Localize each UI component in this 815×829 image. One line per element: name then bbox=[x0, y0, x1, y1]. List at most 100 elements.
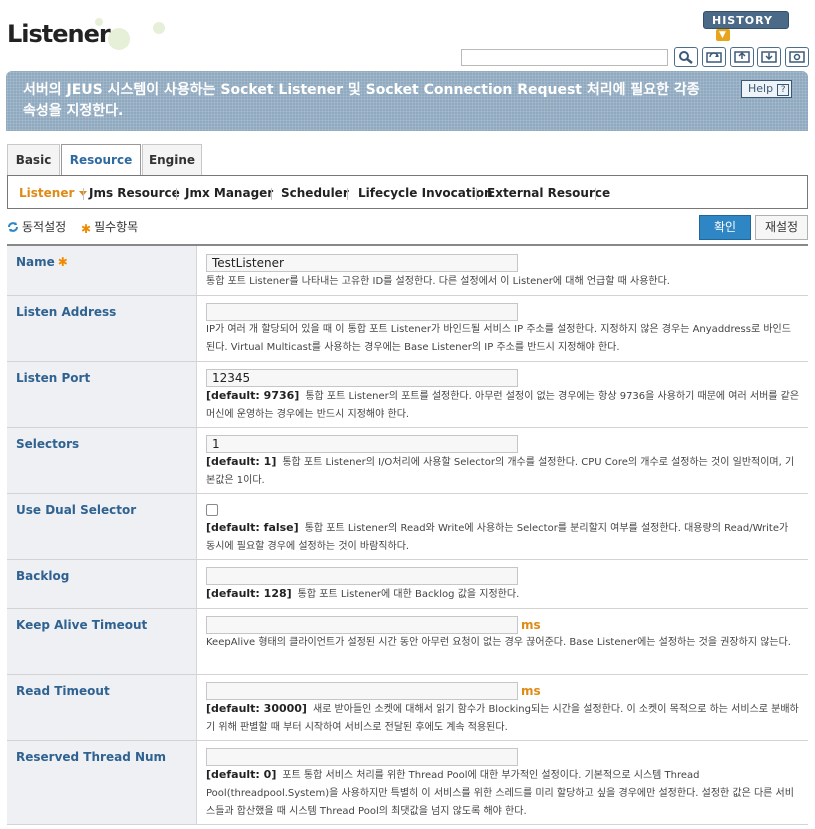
field-label-text: Reserved Thread Num bbox=[16, 750, 167, 764]
subnav-external-resource[interactable]: External Resource bbox=[487, 186, 610, 200]
field-label: Keep Alive Timeout bbox=[7, 609, 197, 674]
field-row-read-timeout: Read Timeout ms [default: 30000] 새로 받아들인 … bbox=[7, 675, 808, 741]
field-default: [default: 1] bbox=[206, 455, 277, 468]
page-title: Listener bbox=[7, 20, 111, 48]
field-label-text: Backlog bbox=[16, 569, 70, 583]
field-label: Selectors bbox=[7, 428, 197, 493]
field-label-text: Selectors bbox=[16, 437, 80, 451]
description-banner: 서버의 JEUS 시스템이 사용하는 Socket Listener 및 Soc… bbox=[6, 71, 808, 131]
required-icon: ✱ bbox=[57, 255, 68, 269]
field-description: [default: 128] 통합 포트 Listener에 대한 Backlog… bbox=[206, 585, 800, 604]
listen-port-input[interactable]: 12345 bbox=[206, 369, 518, 387]
help-label: Help bbox=[748, 82, 774, 95]
tab-engine[interactable]: Engine bbox=[142, 144, 202, 176]
field-default: [default: 9736] bbox=[206, 389, 300, 402]
sub-navigation: Listener Jms Resource Jmx Manager Schedu… bbox=[7, 175, 808, 209]
chevron-down-icon: ▼ bbox=[716, 29, 730, 41]
field-row-reserved-thread-num: Reserved Thread Num [default: 0] 포트 통합 서비… bbox=[7, 741, 808, 825]
field-description: KeepAlive 형태의 클라이언트가 설정된 시간 동안 아무런 요청이 없… bbox=[206, 634, 800, 652]
field-label: Read Timeout bbox=[7, 675, 197, 740]
selectors-input[interactable]: 1 bbox=[206, 435, 518, 453]
field-row-use-dual-selector: Use Dual Selector [default: false] 통합 포트 … bbox=[7, 494, 808, 560]
history-button[interactable]: HISTORY ▼ bbox=[703, 11, 789, 41]
reset-button[interactable]: 재설정 bbox=[755, 215, 808, 240]
field-label: Use Dual Selector bbox=[7, 494, 197, 559]
legend-dynamic-label: 동적설정 bbox=[22, 220, 67, 234]
title-area: Listener HISTORY ▼ bbox=[0, 0, 815, 67]
refresh-icon[interactable] bbox=[702, 47, 726, 67]
read-timeout-input[interactable] bbox=[206, 682, 518, 700]
field-default: [default: 30000] bbox=[206, 702, 307, 715]
field-default: [default: 128] bbox=[206, 587, 292, 600]
field-desc-text: 통합 포트 Listener를 나타내는 고유한 ID를 설정한다. 다른 설정… bbox=[206, 276, 670, 287]
decor-dot bbox=[108, 28, 130, 50]
field-label-text: Name bbox=[16, 255, 55, 269]
question-icon: ? bbox=[777, 84, 790, 96]
field-description: 통합 포트 Listener를 나타내는 고유한 ID를 설정한다. 다른 설정… bbox=[206, 273, 800, 291]
subnav-listener[interactable]: Listener bbox=[19, 186, 88, 200]
subnav-jmx-manager[interactable]: Jmx Manager bbox=[185, 186, 273, 200]
field-description: [default: 30000] 새로 받아들인 소켓에 대해서 읽기 함수가 B… bbox=[206, 700, 800, 737]
xml-export-icon[interactable] bbox=[730, 47, 754, 67]
field-label: Name ✱ bbox=[7, 246, 197, 295]
field-row-name: Name ✱ TestListener 통합 포트 Listener를 나타내는 … bbox=[7, 246, 808, 296]
field-description: [default: false] 통합 포트 Listener의 Read와 Wr… bbox=[206, 519, 800, 556]
search-icon[interactable] bbox=[674, 47, 698, 67]
legend-required-label: 필수항목 bbox=[94, 220, 139, 234]
field-default: [default: false] bbox=[206, 521, 299, 534]
help-button[interactable]: Help? bbox=[741, 80, 792, 98]
divider bbox=[476, 188, 477, 200]
field-row-listen-address: Listen Address IP가 여러 개 할당되어 있을 때 이 통합 포… bbox=[7, 296, 808, 362]
subnav-lifecycle-invocation[interactable]: Lifecycle Invocation bbox=[358, 186, 493, 200]
divider bbox=[595, 188, 596, 200]
field-label-text: Listen Port bbox=[16, 371, 91, 385]
legend-dynamic: 동적설정 bbox=[7, 218, 66, 236]
field-desc-text: 포트 통합 서비스 처리를 위한 Thread Pool에 대한 부가적인 설정… bbox=[206, 770, 794, 817]
subnav-label: Listener bbox=[19, 186, 75, 200]
backlog-input[interactable] bbox=[206, 567, 518, 585]
decor-dot bbox=[153, 22, 165, 34]
field-label-text: Listen Address bbox=[16, 305, 117, 319]
field-row-listen-port: Listen Port 12345 [default: 9736] 통합 포트 L… bbox=[7, 362, 808, 428]
field-default: [default: 0] bbox=[206, 768, 277, 781]
reserved-thread-num-input[interactable] bbox=[206, 748, 518, 766]
tab-basic[interactable]: Basic bbox=[7, 144, 60, 176]
field-label: Reserved Thread Num bbox=[7, 741, 197, 824]
banner-text: 서버의 JEUS 시스템이 사용하는 Socket Listener 및 Soc… bbox=[23, 82, 700, 119]
field-desc-text: 통합 포트 Listener에 대한 Backlog 값을 지정한다. bbox=[297, 589, 520, 600]
history-label: HISTORY bbox=[712, 14, 773, 27]
legend-required: ✱ 필수항목 bbox=[81, 218, 138, 236]
field-label-text: Use Dual Selector bbox=[16, 503, 137, 517]
xml-import-icon[interactable] bbox=[757, 47, 781, 67]
field-row-keep-alive-timeout: Keep Alive Timeout ms KeepAlive 형태의 클라이언… bbox=[7, 609, 808, 675]
field-label: Backlog bbox=[7, 560, 197, 608]
field-description: [default: 0] 포트 통합 서비스 처리를 위한 Thread Pool… bbox=[206, 766, 800, 821]
settings-icon[interactable] bbox=[785, 47, 809, 67]
field-desc-text: 통합 포트 Listener의 I/O처리에 사용할 Selector의 개수를… bbox=[206, 457, 795, 486]
divider bbox=[176, 188, 177, 200]
field-row-backlog: Backlog [default: 128] 통합 포트 Listener에 대한… bbox=[7, 560, 808, 609]
field-label: Listen Port bbox=[7, 362, 197, 427]
field-label-text: Keep Alive Timeout bbox=[16, 618, 148, 632]
unit-label: ms bbox=[521, 684, 541, 698]
name-input[interactable]: TestListener bbox=[206, 254, 518, 272]
subnav-scheduler[interactable]: Scheduler bbox=[281, 186, 349, 200]
keep-alive-timeout-input[interactable] bbox=[206, 616, 518, 634]
field-desc-text: IP가 여러 개 할당되어 있을 때 이 통합 포트 Listener가 바인드… bbox=[206, 324, 791, 353]
required-icon: ✱ bbox=[81, 222, 92, 236]
field-description: [default: 1] 통합 포트 Listener의 I/O처리에 사용할 S… bbox=[206, 453, 800, 490]
field-description: IP가 여러 개 할당되어 있을 때 이 통합 포트 Listener가 바인드… bbox=[206, 321, 800, 357]
field-label-text: Read Timeout bbox=[16, 684, 110, 698]
unit-label: ms bbox=[521, 618, 541, 632]
divider bbox=[83, 188, 84, 200]
search-input[interactable] bbox=[461, 49, 668, 66]
divider bbox=[347, 188, 348, 200]
field-label: Listen Address bbox=[7, 296, 197, 361]
tab-resource[interactable]: Resource bbox=[61, 144, 141, 177]
subnav-jms-resource[interactable]: Jms Resource bbox=[89, 186, 180, 200]
confirm-button[interactable]: 확인 bbox=[699, 215, 751, 240]
field-row-selectors: Selectors 1 [default: 1] 통합 포트 Listener의 … bbox=[7, 428, 808, 494]
listen-address-input[interactable] bbox=[206, 303, 518, 321]
field-description: [default: 9736] 통합 포트 Listener의 포트를 설정한다.… bbox=[206, 387, 800, 424]
use-dual-selector-checkbox[interactable] bbox=[206, 504, 218, 516]
